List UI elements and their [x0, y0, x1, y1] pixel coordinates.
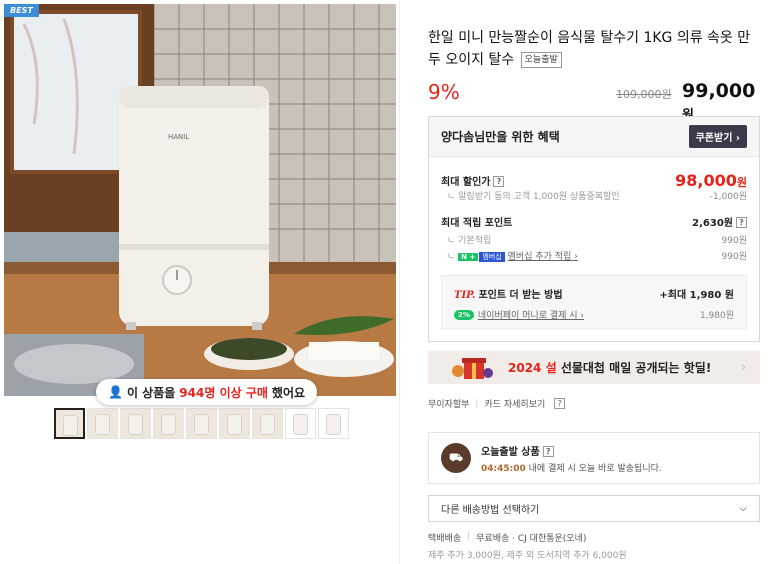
gift-icon: [450, 351, 494, 384]
original-price: 109,000원: [616, 88, 672, 101]
product-title-text: 한일 미니 만능짤순이 음식물 탈수기 1KG 의류 속옷 만두 오이지 탈수: [428, 30, 751, 68]
naverpay-badge: 2%: [454, 309, 474, 320]
max-points-value: 2,630원?: [692, 214, 747, 229]
shipping-extra-fee: 제주 추가 3,000원, 제주 외 도서지역 추가 6,000원: [428, 551, 627, 561]
best-badge: BEST: [4, 4, 39, 17]
today-delivery-box: ⛟ 오늘출발 상품? 04:45:00 내에 결제 시 오늘 바로 발송됩니다.: [428, 432, 760, 484]
naverpay-row: 2% 네이버페이 머니로 결제 시 ›: [454, 308, 584, 321]
main-product-image[interactable]: HANIL: [4, 4, 396, 396]
member-points-row: ㄴ N + 멤버십 멤버십 추가 적립 › 990원: [447, 249, 747, 262]
member-points-label: ㄴ N + 멤버십 멤버십 추가 적립 ›: [447, 252, 578, 262]
svg-text:HANIL: HANIL: [168, 133, 189, 141]
max-points-row: 최대 적립 포인트 2,630원?: [441, 214, 747, 229]
thumbnail-5[interactable]: [186, 408, 217, 439]
shipping-info: 택배배송 | 무료배송 · CJ 대한통운(오네): [428, 531, 586, 544]
alarm-discount-label: ㄴ 알림받기 동의 고객 1,000원 상품중복할인: [447, 192, 620, 202]
naver-plus-badge: N +: [458, 253, 479, 261]
basic-points-label: ㄴ 기본적립: [447, 236, 492, 246]
benefit-box: 양다솜님만을 위한 혜택 쿠폰받기 › 최대 할인가? 98,000원 ㄴ 알림…: [428, 116, 760, 342]
tip-max-points: +최대 1,980 원: [659, 290, 734, 301]
truck-icon: ⛟: [441, 443, 471, 473]
benefit-header: 양다솜님만을 위한 혜택 쿠폰받기 ›: [429, 117, 759, 157]
thumbnail-4[interactable]: [153, 408, 184, 439]
alarm-discount-value: -1,000원: [709, 192, 747, 202]
divider: |: [467, 531, 471, 541]
today-delivery-sub: 04:45:00 내에 결제 시 오늘 바로 발송됩니다.: [481, 463, 662, 474]
help-icon[interactable]: ?: [493, 176, 505, 187]
membership-link[interactable]: 멤버십 추가 적립 ›: [508, 252, 578, 262]
thumbnail-9[interactable]: [318, 408, 349, 439]
max-discount-label: 최대 할인가?: [441, 173, 505, 188]
basic-points-row: ㄴ 기본적립 990원: [447, 233, 747, 246]
thumbnail-6[interactable]: [219, 408, 250, 439]
today-delivery-info: 오늘출발 상품? 04:45:00 내에 결제 시 오늘 바로 발송됩니다.: [481, 443, 662, 474]
tip-box: TIP. 포인트 더 받는 방법 +최대 1,980 원 2% 네이버페이 머니로…: [441, 275, 747, 329]
delivery-method-select[interactable]: 다른 배송방법 선택하기 ⌵: [428, 495, 760, 522]
help-icon[interactable]: ?: [542, 445, 554, 457]
discount-rate: 9%: [428, 80, 460, 104]
naverpay-value: 1,980원: [699, 311, 734, 321]
help-icon[interactable]: ?: [736, 217, 747, 228]
divider: |: [475, 398, 479, 409]
delivery-method-label: 다른 배송방법 선택하기: [441, 505, 540, 516]
shipping-type: 택배배송: [428, 534, 462, 544]
help-icon[interactable]: ?: [554, 398, 566, 409]
product-gallery: HANIL BEST 👤 이 상품을 944명 이상 구매 했어요: [0, 0, 400, 564]
max-discount-price: 98,000원: [675, 171, 747, 190]
promo-text: 2024 설 선물대첩 매일 공개되는 핫딜!: [508, 361, 712, 375]
max-discount-row: 최대 할인가? 98,000원: [441, 171, 747, 190]
buy-count-number: 944명 이상 구매: [179, 385, 268, 400]
product-title: 한일 미니 만능짤순이 음식물 탈수기 1KG 의류 속옷 만두 오이지 탈수 …: [428, 27, 760, 71]
today-delivery-title: 오늘출발 상품?: [481, 443, 662, 458]
today-delivery-tag: 오늘출발: [520, 52, 562, 68]
tip-title: TIP. 포인트 더 받는 방법: [454, 290, 563, 301]
buy-count-suffix: 했어요: [271, 385, 306, 400]
chevron-down-icon: ⌵: [739, 503, 747, 514]
benefit-header-title: 양다솜님만을 위한 혜택: [441, 130, 560, 144]
promo-banner[interactable]: 2024 설 선물대첩 매일 공개되는 핫딜! ›: [428, 351, 760, 384]
naverpay-link[interactable]: 네이버페이 머니로 결제 시 ›: [478, 308, 584, 321]
installment-label: 무이자할부: [428, 400, 470, 410]
countdown-time: 04:45:00: [481, 463, 526, 474]
max-points-label: 최대 적립 포인트: [441, 218, 513, 229]
membership-badge: 멤버십: [479, 252, 505, 262]
sale-price-value: 99,000: [682, 80, 756, 102]
coupon-button[interactable]: 쿠폰받기 ›: [688, 125, 747, 148]
thumbnail-8[interactable]: [285, 408, 316, 439]
member-points-value: 990원: [721, 252, 747, 262]
thumbnail-1[interactable]: [54, 408, 85, 439]
buy-count-prefix: 이 상품을: [126, 385, 176, 400]
product-photo: HANIL: [4, 4, 396, 396]
person-icon: 👤: [108, 385, 123, 399]
purchase-count-badge: 👤 이 상품을 944명 이상 구매 했어요: [96, 379, 318, 405]
thumbnail-strip: [54, 408, 349, 439]
card-details-link[interactable]: 카드 자세히보기: [484, 397, 545, 410]
basic-points-value: 990원: [721, 236, 747, 246]
alarm-discount-row: ㄴ 알림받기 동의 고객 1,000원 상품중복할인 -1,000원: [447, 189, 747, 202]
chevron-right-icon: ›: [741, 360, 746, 374]
thumbnail-7[interactable]: [252, 408, 283, 439]
thumbnail-3[interactable]: [120, 408, 151, 439]
thumbnail-2[interactable]: [87, 408, 118, 439]
shipping-detail: 무료배송 · CJ 대한통운(오네): [476, 534, 587, 544]
installment-row: 무이자할부 | 카드 자세히보기 ?: [428, 397, 566, 410]
